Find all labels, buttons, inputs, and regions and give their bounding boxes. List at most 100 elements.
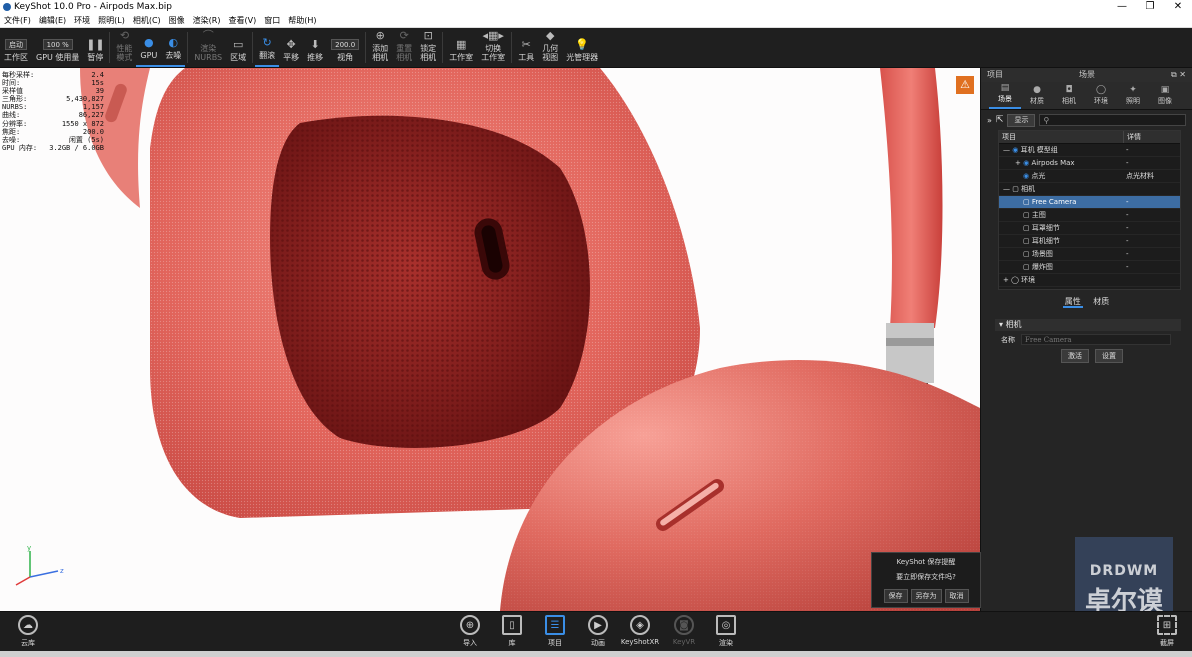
tab-image[interactable]: ▣ 图像 (1149, 82, 1181, 109)
camera-name-field[interactable]: Free Camera (1021, 334, 1171, 345)
panel-header: 项目 场景 ⧉ ✕ (981, 68, 1192, 82)
title-bar: KeyShot 10.0 Pro - Airpods Max.bip — ❐ ✕ (0, 0, 1192, 14)
screenshot-button[interactable]: ⊞ 截屏 (1147, 615, 1187, 648)
tree-row[interactable]: ▢ 场景图 - (999, 248, 1180, 261)
animation-button[interactable]: ▶ 动画 (578, 615, 618, 648)
add-camera-button[interactable]: ⊕ 添加 相机 (368, 28, 392, 67)
fov-tool[interactable]: 200.0 视角 (327, 28, 363, 67)
tab-camera[interactable]: ◘ 相机 (1053, 82, 1085, 109)
reset-camera-icon: ⟳ (399, 29, 409, 42)
minimize-button[interactable]: — (1108, 0, 1136, 14)
keyshot-logo-icon (3, 3, 11, 11)
menu-camera[interactable]: 相机(C) (129, 14, 165, 27)
eye-icon[interactable]: ◉ (1012, 146, 1018, 154)
geometry-view-button[interactable]: ◆ 几何 视图 (538, 28, 562, 67)
maximize-button[interactable]: ❐ (1136, 0, 1164, 14)
tree-row[interactable]: — ◉ 耳机 模型组 - (999, 144, 1180, 157)
lock-camera-button[interactable]: ⊡ 锁定 相机 (416, 28, 440, 67)
cancel-button[interactable]: 取消 (944, 589, 969, 603)
pan-button[interactable]: ✥ 平移 (279, 28, 303, 67)
warning-icon[interactable]: ⚠ (956, 76, 974, 94)
render-button[interactable]: ◎ 渲染 (706, 615, 746, 648)
menu-arrow-icon[interactable]: » (987, 116, 992, 125)
keyvr-button[interactable]: ◙ KeyVR (664, 615, 704, 646)
settings-button[interactable]: 设置 (1095, 349, 1123, 363)
tools-button[interactable]: ✂ 工具 (514, 28, 538, 67)
render-nurbs-button[interactable]: ⌒ 渲染 NURBS (190, 28, 226, 67)
tab-environment[interactable]: ◯ 环境 (1085, 82, 1117, 109)
reset-camera-button[interactable]: ⟳ 重置 相机 (392, 28, 416, 67)
panel-window-controls[interactable]: ⧉ ✕ (1171, 68, 1186, 82)
project-button[interactable]: ☰ 项目 (535, 615, 575, 648)
menu-view[interactable]: 查看(V) (224, 14, 260, 27)
menu-file[interactable]: 文件(F) (0, 14, 35, 27)
tree-row[interactable]: ▢ 耳罩细节 - (999, 222, 1180, 235)
axis-gizmo: y z (15, 544, 64, 586)
show-button[interactable]: 显示 (1007, 113, 1036, 127)
menu-window[interactable]: 窗口 (260, 14, 284, 27)
tab-materials[interactable]: 材质 (1091, 297, 1111, 306)
performance-icon: ⟲ (119, 29, 130, 42)
performance-mode-button[interactable]: ⟲ 性能 模式 (112, 28, 136, 67)
camera-section-header[interactable]: ▾ 相机 (995, 319, 1181, 331)
keyvr-icon: ◙ (674, 615, 694, 635)
workspace-tool[interactable]: 启动 工作区 (0, 28, 32, 67)
activate-button[interactable]: 激活 (1061, 349, 1089, 363)
tree-col-detail: 详情 (1127, 133, 1141, 141)
render-icon: ◎ (716, 615, 736, 635)
menu-image[interactable]: 图像 (165, 14, 189, 27)
switch-studio-button[interactable]: ◂▦▸ 切换 工作室 (477, 28, 509, 67)
import-button[interactable]: ⊕ 导入 (450, 615, 490, 648)
menu-render[interactable]: 渲染(R) (189, 14, 225, 27)
render-viewport[interactable]: 每秒采样: 2.4 时间: 15s 采样值 39 三角形: 5,430,827 NURB… (0, 68, 980, 611)
os-taskbar (0, 651, 1192, 657)
tree-row[interactable]: + ◯ 环境 (999, 274, 1180, 287)
cloud-library-button[interactable]: ☁ 云库 (8, 615, 48, 648)
save-button[interactable]: 保存 (883, 589, 908, 603)
pause-icon: ❚❚ (86, 37, 105, 51)
tree-row[interactable]: — ▢ 相机 (999, 183, 1180, 196)
gpu-usage-tool[interactable]: 100 % GPU 使用量 (32, 28, 83, 67)
tree-row[interactable]: ▢ 爆炸图 - (999, 261, 1180, 274)
stat-row: 焦距: 200.0 (2, 127, 104, 136)
tab-properties[interactable]: 属性 (1062, 297, 1083, 308)
keyshotxr-button[interactable]: ◈ KeyShotXR (620, 615, 660, 646)
studio-icon: ▦ (455, 37, 467, 51)
menu-edit[interactable]: 编辑(E) (35, 14, 70, 27)
window-title: KeyShot 10.0 Pro - Airpods Max.bip (14, 2, 173, 12)
fov-input[interactable]: 200.0 (331, 39, 360, 50)
tree-row[interactable]: ▢ 耳机细节 - (999, 235, 1180, 248)
tumble-button[interactable]: ↻ 翻滚 (255, 28, 280, 67)
light-manager-button[interactable]: 💡 光管理器 (562, 28, 602, 67)
tab-material[interactable]: ● 材质 (1021, 82, 1053, 109)
region-button[interactable]: ▭ 区域 (226, 28, 250, 67)
studio-button[interactable]: ▦ 工作室 (445, 28, 477, 67)
tab-lighting[interactable]: ✦ 照明 (1117, 82, 1149, 109)
dolly-button[interactable]: ⬇ 推移 (303, 28, 327, 67)
tree-row[interactable]: + ◉ Airpods Max - (999, 157, 1180, 170)
zoom-input[interactable]: 100 % (42, 39, 73, 50)
scene-search-input[interactable]: ⚲ (1039, 114, 1186, 126)
eye-icon[interactable]: ◉ (1023, 172, 1029, 180)
eye-icon[interactable]: ◉ (1023, 159, 1029, 167)
tree-row[interactable]: ◉ 点光 点光材料 (999, 170, 1180, 183)
library-button[interactable]: ▯ 库 (492, 615, 532, 648)
library-icon: ▯ (502, 615, 522, 635)
tree-row-selected[interactable]: ▢ Free Camera - (999, 196, 1180, 209)
save-as-button[interactable]: 另存为 (910, 589, 942, 603)
tree-row[interactable]: ▢ 主图 - (999, 209, 1180, 222)
cursor-icon[interactable]: ⇱ (996, 115, 1004, 125)
close-button[interactable]: ✕ (1164, 0, 1192, 14)
menu-help[interactable]: 帮助(H) (284, 14, 320, 27)
denoise-button[interactable]: ◐ 去噪 (161, 28, 186, 67)
menu-lighting[interactable]: 照明(L) (94, 14, 129, 27)
menu-environment[interactable]: 环境 (70, 14, 94, 27)
pause-button[interactable]: ❚❚ 暂停 (83, 28, 107, 67)
tab-scene[interactable]: ▤ 场景 (989, 82, 1021, 109)
light-manager-icon: 💡 (575, 37, 590, 51)
region-icon: ▭ (232, 37, 244, 51)
keyshotxr-icon: ◈ (630, 615, 650, 635)
tumble-icon: ↻ (262, 35, 272, 49)
workspace-select[interactable]: 启动 (5, 39, 27, 50)
gpu-button[interactable]: ● GPU (136, 28, 162, 67)
